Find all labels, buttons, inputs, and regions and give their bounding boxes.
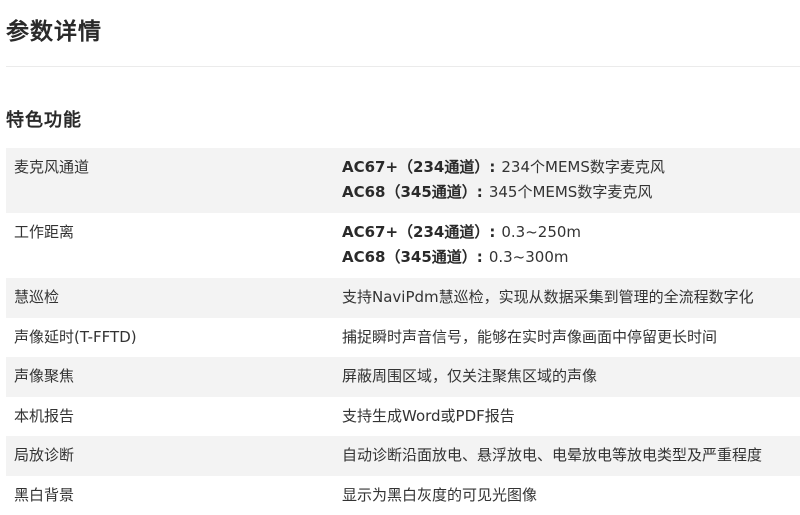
spec-value-text: 0.3~300m [489,248,569,266]
spec-label: 局放诊断 [6,436,334,468]
spec-table: 麦克风通道 AC67+（234通道）: 234个MEMS数字麦克风 AC68（34… [6,148,800,515]
spec-label: 慧巡检 [6,278,334,310]
spec-row-pd-diagnosis: 局放诊断 自动诊断沿面放电、悬浮放电、电晕放电等放电类型及严重程度 [6,436,800,476]
spec-value: 屏蔽周围区域，仅关注聚焦区域的声像 [334,357,800,389]
model-name: AC68（345通道）: [342,183,483,201]
spec-value-line: AC67+（234通道）: 0.3~250m [342,220,800,245]
spec-label: 声像延时(T-FFTD) [6,318,334,350]
spec-value-line: AC68（345通道）: 345个MEMS数字麦克风 [342,180,800,205]
spec-label: 本机报告 [6,397,334,429]
spec-label: 工作距离 [6,213,334,245]
spec-label: 黑白背景 [6,476,334,508]
model-name: AC67+（234通道）: [342,158,495,176]
spec-value-text: 234个MEMS数字麦克风 [501,158,665,176]
spec-row-mic-channels: 麦克风通道 AC67+（234通道）: 234个MEMS数字麦克风 AC68（34… [6,148,800,213]
spec-row-working-distance: 工作距离 AC67+（234通道）: 0.3~250m AC68（345通道）: 0… [6,213,800,278]
spec-value: 支持NaviPdm慧巡检，实现从数据采集到管理的全流程数字化 [334,278,800,310]
spec-row-bw-background: 黑白背景 显示为黑白灰度的可见光图像 [6,476,800,515]
spec-row-image-delay: 声像延时(T-FFTD) 捕捉瞬时声音信号，能够在实时声像画面中停留更长时间 [6,318,800,358]
model-name: AC67+（234通道）: [342,223,495,241]
section-title: 特色功能 [6,106,82,132]
spec-value: 支持生成Word或PDF报告 [334,397,800,429]
page-title: 参数详情 [6,12,102,46]
spec-value: 捕捉瞬时声音信号，能够在实时声像画面中停留更长时间 [334,318,800,350]
spec-label: 麦克风通道 [6,148,334,180]
spec-label: 声像聚焦 [6,357,334,389]
spec-value-text: 345个MEMS数字麦克风 [489,183,653,201]
title-divider [6,66,800,67]
spec-row-local-report: 本机报告 支持生成Word或PDF报告 [6,397,800,437]
spec-value-line: AC67+（234通道）: 234个MEMS数字麦克风 [342,155,800,180]
spec-value: 自动诊断沿面放电、悬浮放电、电晕放电等放电类型及严重程度 [334,436,800,468]
spec-value: 显示为黑白灰度的可见光图像 [334,476,800,508]
spec-value-line: AC68（345通道）: 0.3~300m [342,245,800,270]
spec-row-image-focus: 声像聚焦 屏蔽周围区域，仅关注聚焦区域的声像 [6,357,800,397]
spec-value: AC67+（234通道）: 234个MEMS数字麦克风 AC68（345通道）: 3… [334,148,800,205]
spec-value-text: 0.3~250m [501,223,581,241]
model-name: AC68（345通道）: [342,248,483,266]
spec-value: AC67+（234通道）: 0.3~250m AC68（345通道）: 0.3~30… [334,213,800,270]
spec-row-smart-inspection: 慧巡检 支持NaviPdm慧巡检，实现从数据采集到管理的全流程数字化 [6,278,800,318]
